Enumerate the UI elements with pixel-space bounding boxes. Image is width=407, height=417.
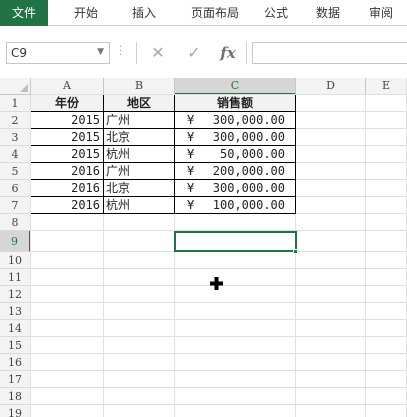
row-header-14[interactable]: 14 [0,320,31,337]
row-header-5[interactable]: 5 [0,163,31,180]
row-header-16[interactable]: 16 [0,354,31,371]
cell-select-cursor-icon [210,277,223,290]
insert-function-button[interactable]: fx [214,42,242,64]
cell-a5[interactable]: 2016 [31,163,104,180]
currency-symbol: ¥ [187,130,195,144]
cell-a1[interactable]: 年份 [31,95,104,112]
amount-value: 100,000.00 [212,198,285,212]
cell-c1[interactable]: 销售额 [175,95,296,112]
row-gridline [31,387,407,388]
cell-c7[interactable]: ¥100,000.00 [175,197,296,214]
cell-a3[interactable]: 2015 [31,129,104,146]
row-header-4[interactable]: 4 [0,146,31,163]
column-header-a[interactable]: A [31,78,104,95]
name-box[interactable]: C9 ▼ [6,42,110,64]
tab-data[interactable]: 数据 [308,0,348,26]
cell-c2[interactable]: ¥300,000.00 [175,112,296,129]
currency-symbol: ¥ [187,198,195,212]
column-header-e[interactable]: E [366,78,407,95]
row-gridline [31,353,407,354]
cell-b4[interactable]: 杭州 [104,146,175,163]
row-header-3[interactable]: 3 [0,129,31,146]
row-header-1[interactable]: 1 [0,95,31,112]
cell-c6[interactable]: ¥300,000.00 [175,180,296,197]
name-box-value: C9 [11,46,28,60]
cancel-x-icon[interactable]: ✕ [144,42,172,64]
tab-formulas[interactable]: 公式 [256,0,296,26]
amount-value: 300,000.00 [212,130,285,144]
cell-c5[interactable]: ¥200,000.00 [175,163,296,180]
cell-a4[interactable]: 2015 [31,146,104,163]
row-gridline [31,319,407,320]
cell-b1[interactable]: 地区 [104,95,175,112]
amount-value: 200,000.00 [212,164,285,178]
row-gridline [31,404,407,405]
row-header-9[interactable]: 9 [0,231,31,252]
tab-file[interactable]: 文件 [0,0,48,26]
column-header-d[interactable]: D [296,78,366,95]
formula-input[interactable] [252,42,407,64]
row-header-15[interactable]: 15 [0,337,31,354]
row-header-18[interactable]: 18 [0,388,31,405]
tab-review[interactable]: 审阅 [360,0,402,26]
currency-symbol: ¥ [187,164,195,178]
row-header-19[interactable]: 19 [0,405,31,417]
amount-value: 50,000.00 [219,147,285,161]
chevron-down-icon[interactable]: ▼ [97,47,104,57]
row-gridline [31,336,407,337]
cell-b3[interactable]: 北京 [104,129,175,146]
cell-b6[interactable]: 北京 [104,180,175,197]
tab-home[interactable]: 开始 [66,0,106,26]
cell-c4[interactable]: ¥50,000.00 [175,146,296,163]
cell-a7[interactable]: 2016 [31,197,104,214]
drag-handle-icon[interactable]: · · · [119,43,123,61]
tab-page-layout[interactable]: 页面布局 [180,0,250,26]
row-header-12[interactable]: 12 [0,286,31,303]
column-header-b[interactable]: B [104,78,175,95]
column-gridline [365,95,366,417]
cell-a2[interactable]: 2015 [31,112,104,129]
row-header-7[interactable]: 7 [0,197,31,214]
active-cell-c9[interactable] [174,231,297,252]
select-all-button[interactable] [0,78,31,95]
row-gridline [31,302,407,303]
row-header-13[interactable]: 13 [0,303,31,320]
formula-bar-divider [136,42,137,64]
cell-b7[interactable]: 杭州 [104,197,175,214]
worksheet-grid[interactable]: A B C D E 1 2 3 4 5 6 7 8 9 10 11 12 13 … [0,78,407,417]
row-header-10[interactable]: 10 [0,252,31,269]
row-header-8[interactable]: 8 [0,214,31,231]
currency-symbol: ¥ [187,147,195,161]
ribbon-tab-bar: 文件 开始 插入 页面布局 公式 数据 审阅 [0,0,407,26]
row-gridline [31,268,407,269]
currency-symbol: ¥ [187,113,195,127]
amount-value: 300,000.00 [212,113,285,127]
row-header-2[interactable]: 2 [0,112,31,129]
row-gridline [31,370,407,371]
ribbon-collapsed-area [0,26,407,36]
cell-b2[interactable]: 广州 [104,112,175,129]
row-header-6[interactable]: 6 [0,180,31,197]
checkmark-icon[interactable]: ✓ [180,42,208,64]
select-all-triangle-icon [20,84,28,92]
cell-b5[interactable]: 广州 [104,163,175,180]
formula-bar-divider [246,42,247,64]
row-header-17[interactable]: 17 [0,371,31,388]
cell-a6[interactable]: 2016 [31,180,104,197]
formula-bar: C9 ▼ · · · ✕ ✓ fx [0,36,407,68]
tab-insert[interactable]: 插入 [120,0,168,26]
currency-symbol: ¥ [187,181,195,195]
fill-handle[interactable] [293,249,298,254]
row-header-11[interactable]: 11 [0,269,31,286]
column-header-c[interactable]: C [175,78,296,95]
cell-c3[interactable]: ¥300,000.00 [175,129,296,146]
amount-value: 300,000.00 [212,181,285,195]
